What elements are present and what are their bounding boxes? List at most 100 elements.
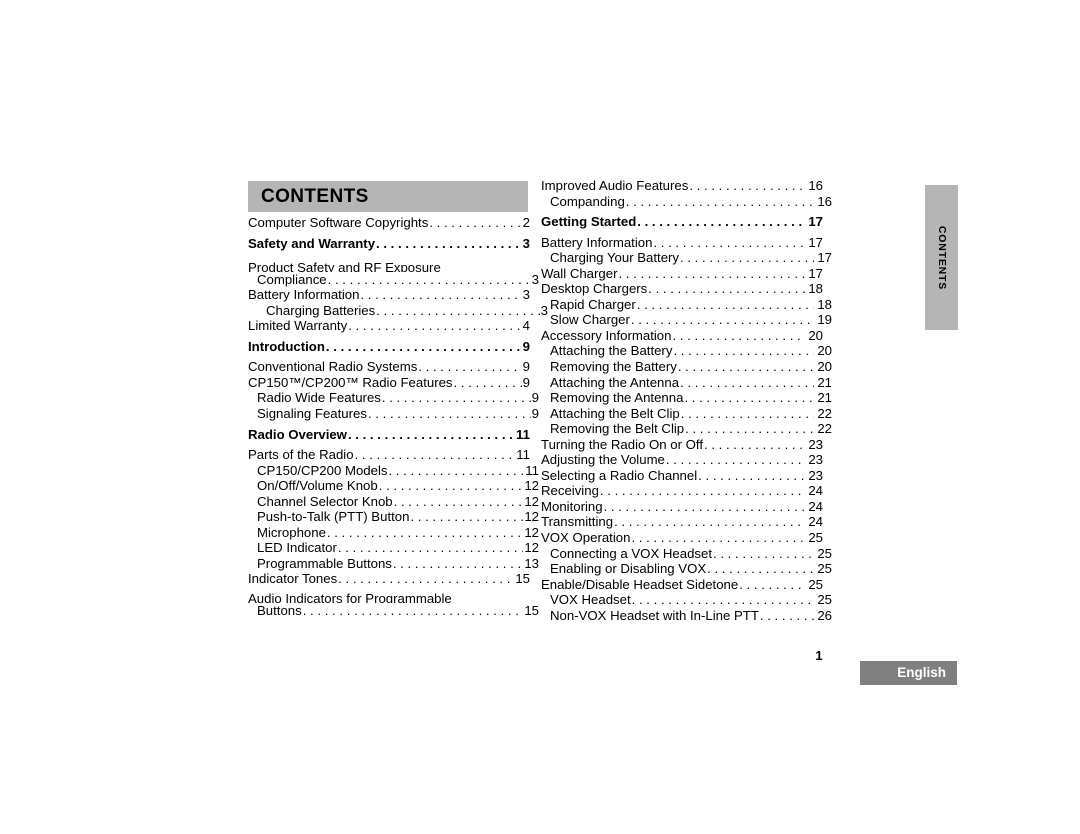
toc-leader-dots [689,178,805,194]
toc-entry[interactable]: Companding 16 [541,194,832,210]
toc-entry[interactable]: Enabling or Disabling VOX 25 [541,561,832,577]
toc-leader-dots [393,556,523,572]
toc-entry[interactable]: Connecting a VOX Headset 25 [541,546,832,562]
toc-entry-label: Selecting a Radio Channel [541,467,698,483]
toc-entry-label: Removing the Belt Clip [550,421,685,437]
toc-entry[interactable]: Removing the Belt Clip 22 [541,421,832,437]
toc-entry-label: Battery Information [541,234,653,250]
toc-leader-dots [418,359,521,375]
toc-entry[interactable]: CP150™/CP200™ Radio Features 9 [248,375,530,391]
toc-entry[interactable]: Push-to-Talk (PTT) Button 12 [248,509,539,525]
toc-entry-page-number: 25 [817,545,832,561]
toc-entry-label: Audio Indicators for Programmable [248,590,452,603]
toc-entry[interactable]: Introduction 9 [248,339,530,355]
toc-entry-page-number: 3 [522,287,530,303]
toc-entry-page-number: 22 [817,421,832,437]
toc-entry-page-number: 26 [817,607,832,623]
toc-entry-label: Enable/Disable Headset Sidetone [541,576,739,592]
toc-entry-page-number: 23 [808,436,823,452]
toc-entry[interactable]: LED Indicator 12 [248,540,539,556]
toc-entry[interactable]: Enable/Disable Headset Sidetone 25 [541,577,823,593]
toc-entry[interactable]: Compliance 3 [248,272,539,288]
toc-leader-dots [326,339,522,355]
toc-entry[interactable]: Radio Wide Features 9 [248,390,539,406]
toc-entry[interactable]: Accessory Information 20 [541,328,823,344]
toc-leader-dots [394,494,524,510]
toc-entry[interactable]: Signaling Features 9 [248,406,539,422]
toc-entry[interactable]: Charging Your Battery 17 [541,250,832,266]
toc-leader-dots [666,452,805,468]
page-number: 1 [815,648,823,663]
toc-entry-label: Charging Your Battery [550,250,680,266]
toc-leader-dots [355,447,516,463]
toc-entry[interactable]: Getting Started 17 [541,214,823,230]
toc-entry-page-number: 15 [524,602,539,618]
toc-entry[interactable]: Monitoring 24 [541,499,823,515]
toc-entry[interactable]: Slow Charger 19 [541,312,832,328]
toc-entry[interactable]: CP150/CP200 Models 11 [248,463,539,479]
toc-entry-label: Programmable Buttons [257,555,392,571]
toc-entry[interactable]: Turning the Radio On or Off 23 [541,437,823,453]
toc-entry[interactable]: Programmable Buttons 13 [248,556,539,572]
toc-entry[interactable]: Desktop Chargers 18 [541,281,823,297]
toc-entry[interactable]: Non-VOX Headset with In-Line PTT 26 [541,608,832,624]
toc-entry[interactable]: Removing the Battery 20 [541,359,832,375]
toc-entry[interactable]: Wall Charger 17 [541,266,823,282]
toc-entry[interactable]: Improved Audio Features 16 [541,178,823,194]
toc-entry[interactable]: Indicator Tones 15 [248,571,530,587]
toc-entry[interactable]: Parts of the Radio 11 [248,447,530,463]
toc-entry[interactable]: Attaching the Belt Clip 22 [541,406,832,422]
toc-leader-dots [673,343,814,359]
toc-leader-dots [604,499,806,515]
toc-entry-label: Attaching the Antenna [550,374,680,390]
toc-entry[interactable]: Battery Information 17 [541,235,823,251]
toc-leader-dots [360,287,521,303]
toc-entry[interactable]: Transmitting 24 [541,514,823,530]
toc-entry[interactable]: Selecting a Radio Channel 23 [541,468,823,484]
toc-entry[interactable]: Buttons 15 [248,603,539,619]
toc-entry[interactable]: On/Off/Volume Knob 12 [248,478,539,494]
toc-entry-page-number: 11 [516,447,530,463]
toc-entry[interactable]: Rapid Charger 18 [541,297,832,313]
page-title: CONTENTS [261,186,369,207]
toc-leader-dots [348,318,521,334]
toc-entry[interactable]: VOX Operation 25 [541,530,823,546]
toc-leader-dots [442,256,530,272]
toc-entry[interactable]: Charging Batteries3 [248,303,548,319]
toc-entry[interactable]: Limited Warranty 4 [248,318,530,334]
toc-entry[interactable]: Safety and Warranty 3 [248,236,530,252]
toc-entry[interactable]: Conventional Radio Systems 9 [248,359,530,375]
toc-entry[interactable]: VOX Headset 25 [541,592,832,608]
side-tab-label: CONTENTS [935,225,948,290]
toc-entry[interactable]: Product Safety and RF Exposure [248,256,530,272]
toc-entry-label: CP150™/CP200™ Radio Features [248,374,453,390]
toc-entry-label: Push-to-Talk (PTT) Button [257,509,410,525]
toc-entry-label: LED Indicator [257,540,337,556]
toc-leader-dots [698,468,805,484]
toc-entry[interactable]: Attaching the Antenna 21 [541,375,832,391]
toc-leader-dots [704,437,805,453]
toc-leader-dots [303,603,524,619]
toc-entry[interactable]: Removing the Antenna 21 [541,390,832,406]
toc-entry[interactable]: Attaching the Battery 20 [541,343,832,359]
toc-leader-dots [388,463,524,479]
language-badge-label: English [897,665,946,680]
toc-entry-page-number: 15 [515,571,530,587]
toc-leader-dots [680,250,814,266]
toc-entry[interactable]: Adjusting the Volume 23 [541,452,823,468]
toc-entry[interactable]: Microphone 12 [248,525,539,541]
toc-entry[interactable]: Computer Software Copyrights 2 [248,215,530,231]
toc-leader-dots [637,214,805,230]
toc-entry[interactable]: Radio Overview 11 [248,427,530,443]
toc-leader-dots [618,266,805,282]
toc-entry[interactable]: Receiving 24 [541,483,823,499]
toc-leader-dots [376,303,539,319]
toc-entry-page-number: 24 [808,514,823,530]
toc-entry[interactable]: Audio Indicators for Programmable [248,587,530,603]
toc-entry-label: VOX Headset [550,592,631,608]
toc-entry[interactable]: Channel Selector Knob 12 [248,494,539,510]
toc-entry-label: Introduction [248,338,325,354]
toc-entry[interactable]: Battery Information 3 [248,287,530,303]
toc-entry-page-number: 9 [531,390,539,406]
toc-entry-label: Getting Started [541,214,637,230]
